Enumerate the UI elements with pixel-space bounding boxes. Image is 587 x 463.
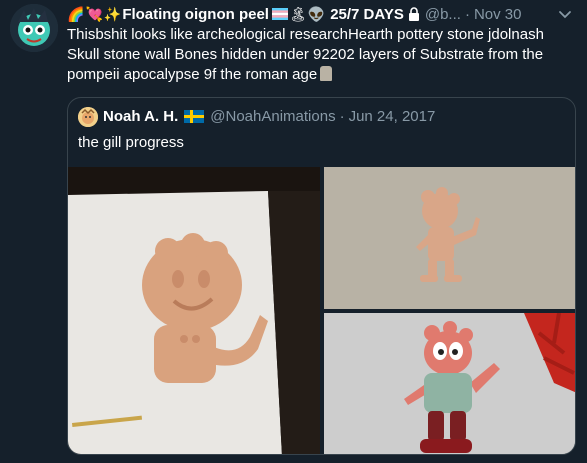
separator-dot: · xyxy=(464,5,470,23)
tweet-text-content: Thisbshit looks like archeological resea… xyxy=(67,26,544,83)
alien-emoji: 👽 xyxy=(307,5,326,22)
author-avatar[interactable] xyxy=(10,4,58,52)
clay-figure-photo-2[interactable] xyxy=(324,167,575,309)
quoted-media-grid xyxy=(68,167,575,454)
tweet-header: 🌈 💘 ✨ Floating oignon peel 🏝 👽 25/7 DAYS… xyxy=(67,4,573,24)
tweet-text: Thisbshit looks like archeological resea… xyxy=(67,25,572,85)
quoted-tweet[interactable]: Noah A. H. @NoahAnimations · Jun 24, 201… xyxy=(67,97,576,455)
moai-emoji xyxy=(320,66,333,81)
trans-flag-emoji xyxy=(271,6,288,22)
lock-icon xyxy=(408,7,420,21)
clay-figure-photo-1[interactable] xyxy=(68,167,320,454)
heart-emoji: 💘 xyxy=(85,5,103,22)
chevron-down-icon[interactable] xyxy=(557,6,573,22)
island-emoji: 🏝 xyxy=(288,5,307,22)
quoted-author-handle[interactable]: @NoahAnimations xyxy=(210,108,335,125)
quoted-text: the gill progress xyxy=(78,134,184,151)
quoted-author-name[interactable]: Noah A. H. xyxy=(103,108,178,125)
quoted-separator: · xyxy=(339,108,345,125)
tweet[interactable]: 🌈 💘 ✨ Floating oignon peel 🏝 👽 25/7 DAYS… xyxy=(0,0,587,463)
status-text: 25/7 DAYS xyxy=(330,5,404,23)
clay-figure-photo-3[interactable] xyxy=(324,313,575,454)
sparkles-emoji: ✨ xyxy=(103,5,122,22)
rainbow-emoji: 🌈 xyxy=(67,5,85,22)
tweet-date[interactable]: Nov 30 xyxy=(474,6,522,23)
author-name[interactable]: Floating oignon peel xyxy=(122,6,269,23)
author-handle[interactable]: @b... xyxy=(425,6,461,23)
quoted-author-avatar[interactable] xyxy=(78,107,98,127)
quoted-header: Noah A. H. @NoahAnimations · Jun 24, 201… xyxy=(103,108,435,125)
quoted-date[interactable]: Jun 24, 2017 xyxy=(349,108,436,125)
sweden-flag-emoji xyxy=(184,110,205,123)
